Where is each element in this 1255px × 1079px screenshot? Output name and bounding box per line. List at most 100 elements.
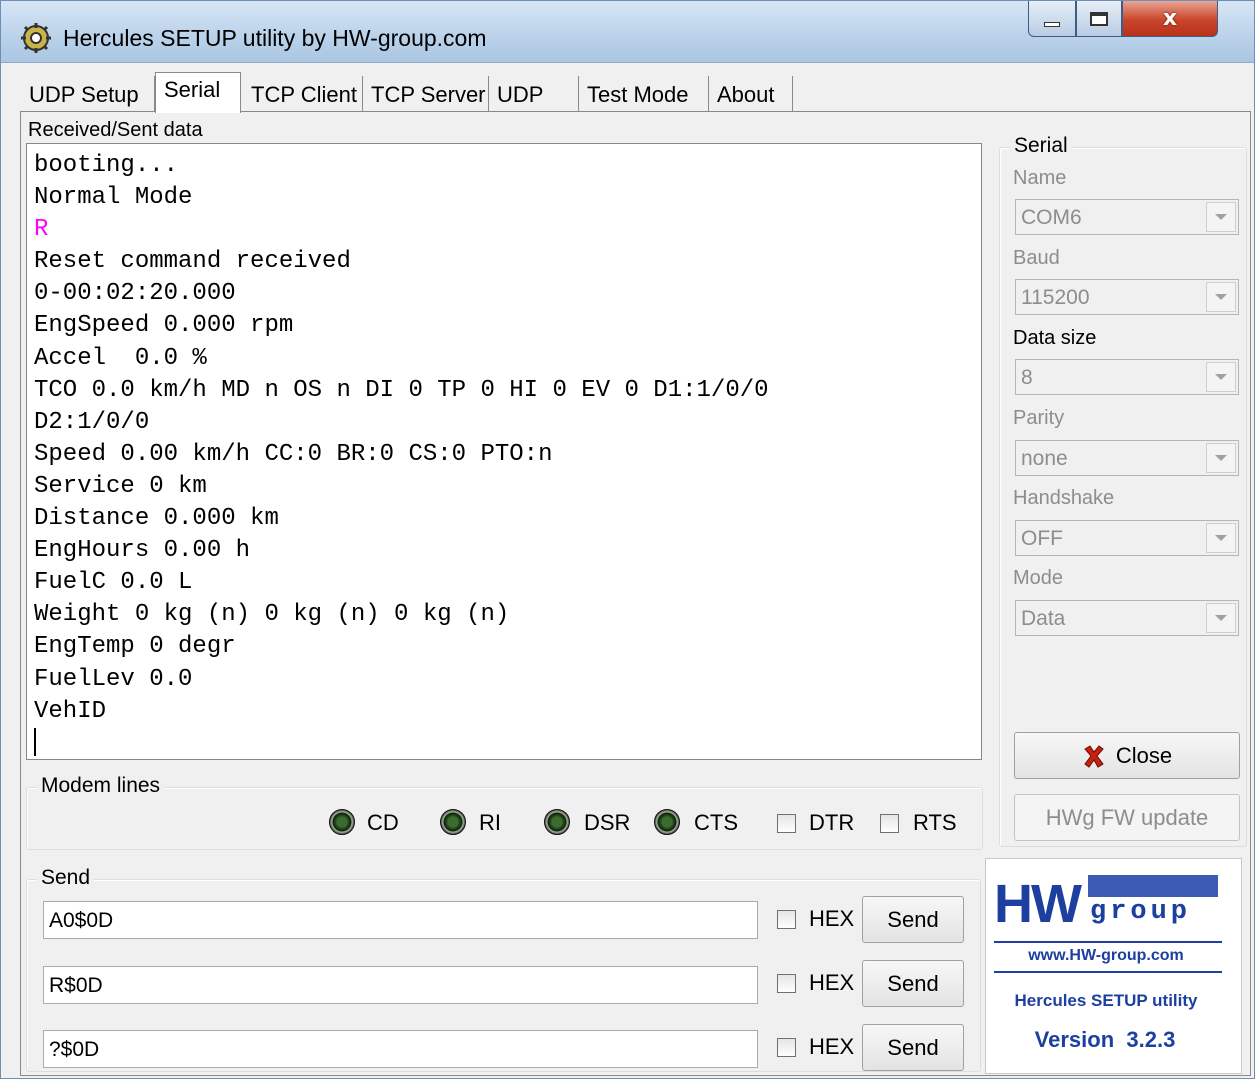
hex-label-2: HEX — [809, 970, 855, 995]
tab-serial[interactable]: Serial — [155, 72, 241, 113]
terminal-line: Service 0 km — [34, 472, 207, 500]
close-window-button[interactable]: x — [1122, 1, 1218, 37]
tab-tcp-client[interactable]: TCP Client — [243, 76, 363, 111]
terminal-line: Reset command received — [34, 248, 351, 276]
terminal-line: Speed 0.00 km/h CC:0 BR:0 CS:0 PTO:n — [34, 440, 553, 468]
close-port-button[interactable]: Close — [1014, 732, 1240, 779]
send-input-2[interactable]: R$0D — [43, 966, 758, 1004]
logo-group-text: group — [1090, 897, 1192, 927]
chevron-down-icon — [1206, 523, 1236, 553]
received-data-area[interactable]: booting... Normal Mode R Reset command rece… — [26, 143, 982, 760]
terminal-line: EngHours 0.00 h — [34, 537, 251, 565]
cts-label: CTS — [694, 810, 738, 835]
logo-divider-2 — [994, 971, 1222, 973]
received-sent-label: Received/Sent data — [28, 119, 203, 141]
ri-label: RI — [479, 810, 501, 835]
terminal-line: FuelLev 0.0 — [34, 665, 193, 693]
send-button-3[interactable]: Send — [862, 1024, 964, 1071]
baud-label: Baud — [1013, 247, 1060, 269]
parity-value: none — [1021, 447, 1068, 470]
text-caret — [34, 728, 36, 757]
maximize-button[interactable] — [1076, 1, 1122, 37]
send-button-1[interactable]: Send — [862, 896, 964, 943]
logo-version: Version 3.2.3 — [1034, 1027, 1176, 1052]
cts-led-icon — [654, 809, 680, 835]
hex-label-1: HEX — [809, 906, 855, 931]
hercules-icon — [21, 23, 51, 53]
chevron-down-icon — [1206, 443, 1236, 473]
logo-url: www.HW-group.com — [1028, 947, 1184, 964]
data-size-value: 8 — [1021, 366, 1033, 389]
maximize-icon — [1090, 11, 1108, 26]
data-size-label: Data size — [1013, 327, 1097, 349]
port-name-select[interactable]: COM6 — [1015, 199, 1239, 235]
hex-checkbox-3[interactable] — [777, 1038, 796, 1057]
tab-about[interactable]: About — [709, 76, 793, 111]
dtr-checkbox[interactable] — [777, 814, 796, 833]
hex-checkbox-2[interactable] — [777, 974, 796, 993]
ri-led-icon — [440, 809, 466, 835]
send-input-1[interactable]: A0$0D — [43, 901, 758, 939]
tab-udp-setup[interactable]: UDP Setup — [21, 76, 155, 111]
rts-checkbox[interactable] — [880, 814, 899, 833]
red-x-icon — [1084, 744, 1104, 768]
handshake-select[interactable]: OFF — [1015, 520, 1239, 556]
baud-select[interactable]: 115200 — [1015, 279, 1239, 315]
tab-test-mode[interactable]: Test Mode — [579, 76, 709, 111]
mode-value: Data — [1021, 607, 1066, 630]
tab-udp[interactable]: UDP — [489, 76, 579, 111]
terminal-line: booting... — [34, 152, 179, 179]
chevron-down-icon — [1206, 282, 1236, 312]
send-button-2[interactable]: Send — [862, 960, 964, 1007]
terminal-line: R — [34, 216, 49, 244]
chevron-down-icon — [1206, 603, 1236, 633]
parity-label: Parity — [1013, 407, 1065, 429]
mode-label: Mode — [1013, 567, 1064, 589]
logo-product: Hercules SETUP utility — [1014, 991, 1198, 1010]
hwg-fw-update-button[interactable]: HWg FW update — [1014, 794, 1240, 841]
data-size-select[interactable]: 8 — [1015, 359, 1239, 395]
hwg-fw-update-label: HWg FW update — [1045, 804, 1209, 830]
logo-divider — [994, 941, 1222, 943]
terminal-line: TCO 0.0 km/h MD n OS n DI 0 TP 0 HI 0 EV… — [34, 376, 769, 404]
parity-select[interactable]: none — [1015, 440, 1239, 476]
title-bar[interactable]: Hercules SETUP utility by HW-group.com x — [1, 1, 1254, 63]
tab-tcp-server[interactable]: TCP Server — [363, 76, 489, 111]
hw-group-logo: HW group www.HW-group.com Hercules SETUP… — [985, 858, 1242, 1074]
cd-led-icon — [329, 809, 355, 835]
terminal-line: FuelC 0.0 L — [34, 569, 193, 597]
terminal-line: 0-00:02:20.000 — [34, 280, 236, 308]
hex-label-3: HEX — [809, 1034, 855, 1059]
terminal-line: EngTemp 0 degr — [34, 633, 236, 661]
dsr-label: DSR — [584, 810, 631, 835]
close-port-label: Close — [1115, 742, 1173, 768]
serial-group-title: Serial — [1010, 134, 1072, 158]
logo-brand: HW — [994, 874, 1082, 934]
minimize-button[interactable] — [1028, 1, 1076, 37]
terminal-line: EngSpeed 0.000 rpm — [34, 312, 294, 340]
name-label: Name — [1013, 167, 1067, 189]
terminal-line: VehID — [34, 697, 107, 725]
send-title: Send — [37, 866, 95, 890]
rts-label: RTS — [913, 810, 957, 835]
send-input-3[interactable]: ?$0D — [43, 1030, 758, 1068]
dtr-label: DTR — [809, 810, 855, 835]
app-window: Hercules SETUP utility by HW-group.com x… — [0, 0, 1255, 1079]
cd-label: CD — [367, 810, 399, 835]
terminal-line: Weight 0 kg (n) 0 kg (n) 0 kg (n) — [34, 601, 510, 629]
baud-value: 115200 — [1021, 286, 1090, 309]
minimize-icon — [1044, 22, 1060, 27]
handshake-value: OFF — [1021, 527, 1063, 550]
terminal-caret-line — [34, 728, 981, 759]
close-icon: x — [1162, 6, 1178, 31]
hex-checkbox-1[interactable] — [777, 910, 796, 929]
dsr-led-icon — [544, 809, 570, 835]
logo-bar — [1088, 875, 1218, 897]
terminal-line: Normal Mode — [34, 184, 193, 212]
chevron-down-icon — [1206, 362, 1236, 392]
port-name-value: COM6 — [1021, 206, 1082, 229]
terminal-line: Accel 0.0 % — [34, 344, 207, 372]
mode-select[interactable]: Data — [1015, 600, 1239, 636]
handshake-label: Handshake — [1013, 487, 1115, 509]
terminal-line: Distance 0.000 km — [34, 505, 279, 533]
